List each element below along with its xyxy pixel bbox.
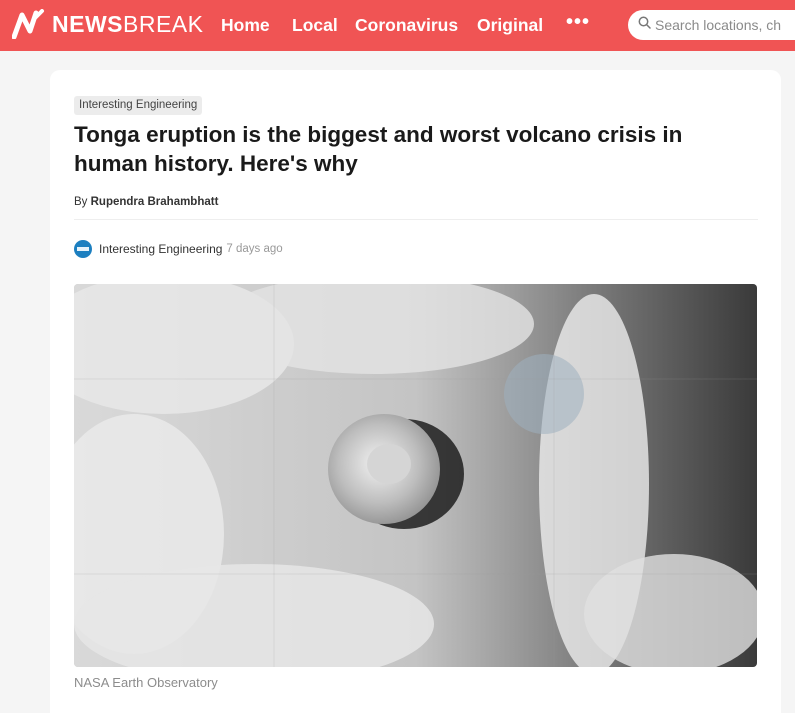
top-navigation-bar: NEWSBREAK Home Local Coronavirus Origina…	[0, 0, 795, 51]
logo-wordmark: NEWSBREAK	[52, 11, 204, 37]
nav-original[interactable]: Original	[477, 13, 543, 37]
category-tag[interactable]: Interesting Engineering	[74, 96, 203, 115]
more-icon[interactable]: •••	[566, 12, 590, 32]
author-name[interactable]: Rupendra Brahambhatt	[91, 196, 219, 208]
image-caption: NASA Earth Observatory	[74, 675, 218, 690]
article-title: Tonga eruption is the biggest and worst …	[74, 122, 683, 176]
search-icon	[638, 16, 651, 34]
publish-time: 7 days ago	[226, 243, 283, 255]
divider	[74, 219, 758, 220]
newsbreak-logo[interactable]: NEWSBREAK	[12, 9, 203, 39]
article-card: Interesting Engineering Tonga eruption i…	[50, 70, 781, 713]
source-name[interactable]: Interesting Engineering	[99, 242, 222, 256]
newsbreak-logo-icon	[12, 9, 46, 39]
search-box[interactable]	[628, 10, 795, 40]
nav-home[interactable]: Home	[221, 13, 270, 37]
source-row: Interesting Engineering 7 days ago	[74, 240, 283, 258]
source-avatar[interactable]	[74, 240, 92, 258]
byline-prefix: By	[74, 196, 88, 208]
search-input[interactable]	[655, 17, 795, 33]
article-image[interactable]	[74, 284, 757, 667]
nav-coronavirus[interactable]: Coronavirus	[355, 13, 458, 37]
byline: By Rupendra Brahambhatt	[74, 196, 218, 208]
nav-local[interactable]: Local	[292, 13, 338, 37]
